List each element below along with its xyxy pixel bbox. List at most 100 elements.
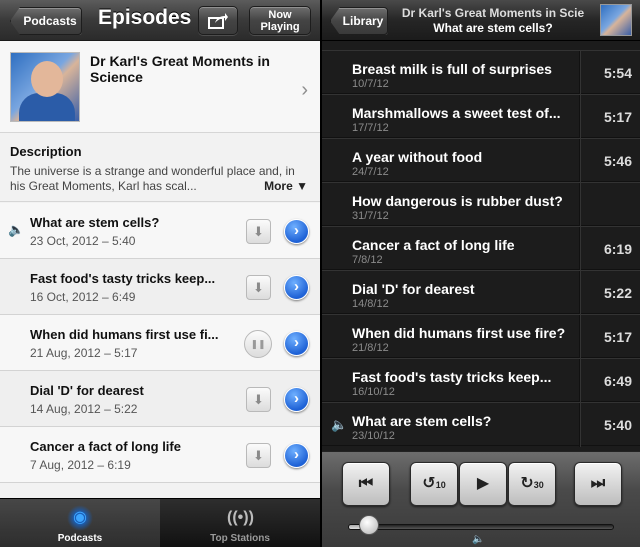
- episode-title: Dial 'D' for dearest: [30, 383, 144, 398]
- episode-duration: 5:54: [603, 65, 632, 81]
- description-section: Description The universe is a strange an…: [0, 134, 320, 202]
- description-heading: Description: [10, 144, 82, 159]
- episode-title: When did humans first use fire?: [352, 325, 566, 341]
- episode-date: 21 Aug, 2012 – 5:17: [30, 346, 138, 360]
- episode-date: 24/7/12: [352, 166, 389, 178]
- episode-title: Fast food's tasty tricks keep...: [352, 369, 552, 385]
- episode-duration: 6:49: [603, 373, 632, 389]
- playback-controls: ⏮ ↺10 ▶ ↻30 ⏭ 🔈: [322, 451, 640, 547]
- episode-info-button[interactable]: ›: [284, 331, 309, 356]
- episode-title: What are stem cells?: [30, 215, 160, 230]
- tab-label: Top Stations: [210, 533, 270, 544]
- episode-list: Breast milk is full of surprises 10/7/12…: [322, 50, 640, 447]
- episode-row[interactable]: Dial 'D' for dearest 14/8/12 5:22: [322, 270, 640, 315]
- episode-date: 31/7/12: [352, 210, 389, 222]
- episode-row[interactable]: Cancer a fact of long life 7/8/12 6:19: [322, 226, 640, 271]
- episode-row[interactable]: Breast milk is full of surprises 10/7/12…: [322, 50, 640, 95]
- podcast-icon: ◉: [67, 505, 93, 531]
- speaker-icon: 🔈: [8, 222, 25, 237]
- episode-row[interactable]: How dangerous is rubber dust? 31/7/12: [322, 182, 640, 227]
- episode-date: 7 Aug, 2012 – 6:19: [30, 458, 131, 472]
- now-playing-label-1: Now: [268, 9, 292, 21]
- episode-title: When did humans first use fi...: [30, 327, 219, 342]
- episode-row[interactable]: Cancer a fact of long life 7 Aug, 2012 –…: [0, 427, 320, 483]
- episode-date: 21/8/12: [352, 342, 389, 354]
- download-button[interactable]: ⬇: [246, 443, 271, 468]
- episode-title: Marshmallows a sweet test of...: [352, 105, 561, 121]
- episode-info-button[interactable]: ›: [284, 387, 309, 412]
- episode-duration: 5:40: [603, 417, 632, 433]
- episode-row[interactable]: A year without food 24/7/12 5:46: [322, 138, 640, 183]
- tab-podcasts[interactable]: ◉ Podcasts: [0, 499, 160, 547]
- episode-date: 16/10/12: [352, 386, 395, 398]
- episode-row[interactable]: 🔈 What are stem cells? 23 Oct, 2012 – 5:…: [0, 203, 320, 259]
- volume-slider-track[interactable]: [348, 524, 614, 530]
- forward-icon: ↻: [520, 475, 534, 492]
- share-button[interactable]: [198, 6, 238, 35]
- next-track-button[interactable]: ⏭: [574, 462, 622, 506]
- episode-duration: 6:19: [603, 241, 632, 257]
- episode-title: A year without food: [352, 149, 483, 165]
- episode-date: 14/8/12: [352, 298, 389, 310]
- library-back-button[interactable]: Library: [330, 7, 388, 35]
- episode-row[interactable]: Fast food's tasty tricks keep... 16 Oct,…: [0, 259, 320, 315]
- now-playing-label-2: Playing: [260, 21, 300, 33]
- previous-track-button[interactable]: ⏮: [342, 462, 390, 506]
- tab-top-stations[interactable]: ((•)) Top Stations: [160, 499, 320, 547]
- forward-30-button[interactable]: ↻30: [508, 462, 556, 506]
- podcast-title: Dr Karl's Great Moments in Scie: [401, 6, 585, 20]
- rewind-seconds: 10: [435, 480, 446, 490]
- more-button[interactable]: More ▼: [261, 179, 308, 193]
- podcast-episodes-screen: Podcasts Episodes Now Playing Dr Karl's …: [0, 0, 320, 547]
- podcast-title: Dr Karl's Great Moments in Science: [90, 53, 270, 85]
- rewind-10-button[interactable]: ↺10: [410, 462, 458, 506]
- episode-info-button[interactable]: ›: [284, 275, 309, 300]
- episode-title: Dial 'D' for dearest: [352, 281, 475, 297]
- episode-date: 14 Aug, 2012 – 5:22: [30, 402, 138, 416]
- now-playing-screen: Library Dr Karl's Great Moments in Scie …: [320, 0, 640, 547]
- page-title: Episodes: [98, 6, 192, 29]
- episode-title: Cancer a fact of long life: [352, 237, 515, 253]
- episode-info-button[interactable]: ›: [284, 443, 309, 468]
- episode-title: How dangerous is rubber dust?: [352, 193, 563, 209]
- episode-date: 7/8/12: [352, 254, 383, 266]
- episode-row-playing[interactable]: 🔈 What are stem cells? 23/10/12 5:40: [322, 402, 640, 447]
- pause-download-button[interactable]: ❚❚: [244, 330, 272, 358]
- play-icon: ▶: [476, 475, 490, 492]
- volume-slider-knob[interactable]: [359, 515, 380, 535]
- podcast-artwork-thumbnail[interactable]: [600, 4, 632, 36]
- episode-duration: 5:46: [603, 153, 632, 169]
- episode-duration: 5:17: [603, 109, 632, 125]
- share-icon: [208, 13, 228, 29]
- episode-date: 10/7/12: [352, 78, 389, 90]
- episode-title: What are stem cells?: [433, 21, 553, 35]
- episode-title: What are stem cells?: [352, 413, 492, 429]
- navigation-bar: Library Dr Karl's Great Moments in Scie …: [322, 0, 640, 41]
- tab-bar: ◉ Podcasts ((•)) Top Stations: [0, 498, 320, 547]
- episode-list: 🔈 What are stem cells? 23 Oct, 2012 – 5:…: [0, 203, 320, 483]
- rewind-icon: ↺: [422, 475, 436, 492]
- episode-title: Fast food's tasty tricks keep...: [30, 271, 216, 286]
- episode-date: 23 Oct, 2012 – 5:40: [30, 234, 136, 248]
- episode-date: 23/10/12: [352, 430, 395, 442]
- tab-label: Podcasts: [57, 533, 103, 544]
- chevron-right-icon: ›: [301, 79, 308, 101]
- episode-title: Cancer a fact of long life: [30, 439, 181, 454]
- episode-row[interactable]: Dial 'D' for dearest 14 Aug, 2012 – 5:22…: [0, 371, 320, 427]
- play-button[interactable]: ▶: [459, 462, 507, 506]
- podcast-header[interactable]: Dr Karl's Great Moments in Science ›: [0, 41, 320, 133]
- episode-row[interactable]: When did humans first use fire? 21/8/12 …: [322, 314, 640, 359]
- podcasts-back-button[interactable]: Podcasts: [10, 7, 82, 35]
- episode-info-button[interactable]: ›: [284, 219, 309, 244]
- episode-duration: 5:22: [603, 285, 632, 301]
- now-playing-button[interactable]: Now Playing: [249, 6, 311, 35]
- episode-row[interactable]: Fast food's tasty tricks keep... 16/10/1…: [322, 358, 640, 403]
- episode-date: 17/7/12: [352, 122, 389, 134]
- next-track-icon: ⏭: [590, 475, 606, 492]
- download-button[interactable]: ⬇: [246, 219, 271, 244]
- podcast-artwork: [10, 52, 80, 122]
- download-button[interactable]: ⬇: [246, 275, 271, 300]
- episode-row[interactable]: When did humans first use fi... 21 Aug, …: [0, 315, 320, 371]
- download-button[interactable]: ⬇: [246, 387, 271, 412]
- episode-row[interactable]: Marshmallows a sweet test of... 17/7/12 …: [322, 94, 640, 139]
